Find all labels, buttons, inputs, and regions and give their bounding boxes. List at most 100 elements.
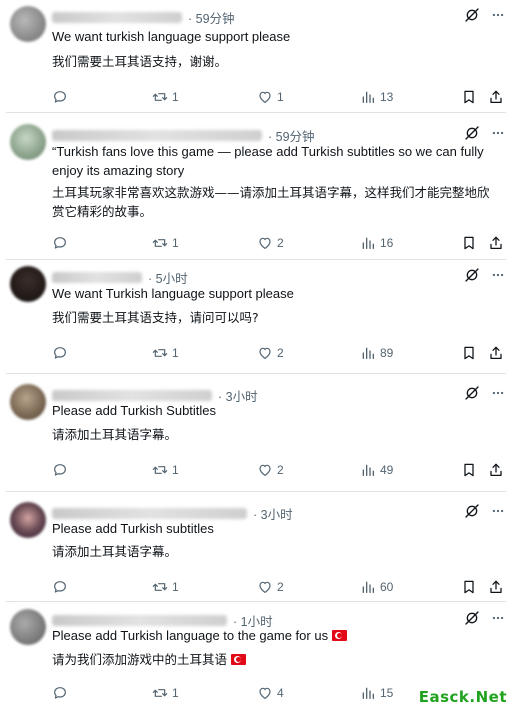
bookmark-button[interactable] xyxy=(461,576,477,598)
tweet-actions: 1 1 13 xyxy=(0,86,512,108)
tweet-translation: 请为我们添加游戏中的土耳其语 xyxy=(52,650,500,669)
like-count: 1 xyxy=(277,90,284,104)
retweet-button[interactable]: 1 xyxy=(152,232,179,254)
grok-icon[interactable] xyxy=(464,610,480,626)
blurred-username[interactable] xyxy=(52,507,247,519)
bookmark-button[interactable] xyxy=(461,459,477,481)
replies-feed: · 59分钟 We want turkish language support … xyxy=(0,0,512,711)
avatar[interactable] xyxy=(10,124,46,160)
avatar[interactable] xyxy=(10,384,46,420)
reply-tweet[interactable]: · 3小时 Please add Turkish Subtitles 请添加土耳… xyxy=(0,380,512,492)
tweet-header: · 59分钟 xyxy=(52,8,235,26)
reply-icon xyxy=(52,345,68,361)
divider xyxy=(6,601,506,602)
like-button[interactable]: 4 xyxy=(257,682,284,704)
heart-icon xyxy=(257,685,273,701)
like-button[interactable]: 1 xyxy=(257,86,284,108)
share-button[interactable] xyxy=(488,576,504,598)
reply-tweet[interactable]: · 59分钟 We want turkish language support … xyxy=(0,2,512,112)
divider xyxy=(6,491,506,492)
retweet-button[interactable]: 1 xyxy=(152,86,179,108)
reply-button[interactable] xyxy=(52,459,72,481)
more-icon[interactable] xyxy=(490,504,506,518)
share-button[interactable] xyxy=(488,459,504,481)
tweet-translation: 我们需要土耳其语支持，请问可以吗? xyxy=(52,310,259,325)
more-icon[interactable] xyxy=(490,611,506,625)
bookmark-button[interactable] xyxy=(461,232,477,254)
retweet-icon xyxy=(152,462,168,478)
reply-tweet[interactable]: · 5小时 We want Turkish language support p… xyxy=(0,262,512,374)
more-icon[interactable] xyxy=(490,8,506,22)
reply-tweet[interactable]: · 3小时 Please add Turkish subtitles 请添加土耳… xyxy=(0,498,512,602)
divider xyxy=(6,259,506,260)
views-chart-icon xyxy=(360,462,376,478)
views-button[interactable]: 15 xyxy=(360,682,393,704)
retweet-button[interactable]: 1 xyxy=(152,342,179,364)
avatar[interactable] xyxy=(10,6,46,42)
share-button[interactable] xyxy=(488,232,504,254)
grok-icon[interactable] xyxy=(464,125,480,141)
retweet-icon xyxy=(152,89,168,105)
reply-button[interactable] xyxy=(52,576,72,598)
tweet-translation: 我们需要土耳其语支持，谢谢。 xyxy=(52,54,228,69)
more-icon[interactable] xyxy=(490,268,506,282)
views-button[interactable]: 13 xyxy=(360,86,393,108)
reply-button[interactable] xyxy=(52,682,72,704)
blurred-username[interactable] xyxy=(52,129,262,141)
share-button[interactable] xyxy=(488,86,504,108)
retweet-count: 1 xyxy=(172,686,179,700)
views-button[interactable]: 16 xyxy=(360,232,393,254)
view-count: 13 xyxy=(380,90,394,104)
more-icon[interactable] xyxy=(490,386,506,400)
share-button[interactable] xyxy=(488,342,504,364)
retweet-button[interactable]: 1 xyxy=(152,682,179,704)
reply-icon xyxy=(52,579,68,595)
bookmark-icon xyxy=(461,89,477,105)
reply-button[interactable] xyxy=(52,342,72,364)
views-button[interactable]: 49 xyxy=(360,459,393,481)
avatar[interactable] xyxy=(10,266,46,302)
blurred-username[interactable] xyxy=(52,271,142,283)
retweet-icon xyxy=(152,579,168,595)
like-button[interactable]: 2 xyxy=(257,232,284,254)
blurred-username[interactable] xyxy=(52,614,227,626)
views-button[interactable]: 89 xyxy=(360,342,393,364)
retweet-count: 1 xyxy=(172,463,179,477)
heart-icon xyxy=(257,89,273,105)
more-icon[interactable] xyxy=(490,126,506,140)
views-chart-icon xyxy=(360,579,376,595)
retweet-count: 1 xyxy=(172,90,179,104)
grok-icon[interactable] xyxy=(464,267,480,283)
views-button[interactable]: 60 xyxy=(360,576,393,598)
turkey-flag-icon xyxy=(332,630,348,641)
heart-icon xyxy=(257,235,273,251)
bookmark-icon xyxy=(461,345,477,361)
avatar[interactable] xyxy=(10,609,46,645)
retweet-button[interactable]: 1 xyxy=(152,576,179,598)
bookmark-icon xyxy=(461,235,477,251)
turkey-flag-icon xyxy=(231,654,247,665)
like-count: 2 xyxy=(277,236,284,250)
tweet-text: Please add Turkish language to the game … xyxy=(52,626,500,645)
reply-tweet[interactable]: · 59分钟 “Turkish fans love this game — pl… xyxy=(0,120,512,260)
bookmark-button[interactable] xyxy=(461,86,477,108)
like-button[interactable]: 2 xyxy=(257,459,284,481)
avatar[interactable] xyxy=(10,502,46,538)
like-button[interactable]: 2 xyxy=(257,576,284,598)
grok-icon[interactable] xyxy=(464,503,480,519)
reply-button[interactable] xyxy=(52,86,72,108)
blurred-username[interactable] xyxy=(52,11,182,23)
watermark: Easck.Net xyxy=(418,688,507,706)
bookmark-button[interactable] xyxy=(461,342,477,364)
view-count: 15 xyxy=(380,686,394,700)
like-button[interactable]: 2 xyxy=(257,342,284,364)
retweet-icon xyxy=(152,345,168,361)
retweet-icon xyxy=(152,235,168,251)
retweet-icon xyxy=(152,685,168,701)
blurred-username[interactable] xyxy=(52,389,212,401)
tweet-text: “Turkish fans love this game — please ad… xyxy=(52,144,484,178)
grok-icon[interactable] xyxy=(464,7,480,23)
grok-icon[interactable] xyxy=(464,385,480,401)
reply-button[interactable] xyxy=(52,232,72,254)
retweet-button[interactable]: 1 xyxy=(152,459,179,481)
